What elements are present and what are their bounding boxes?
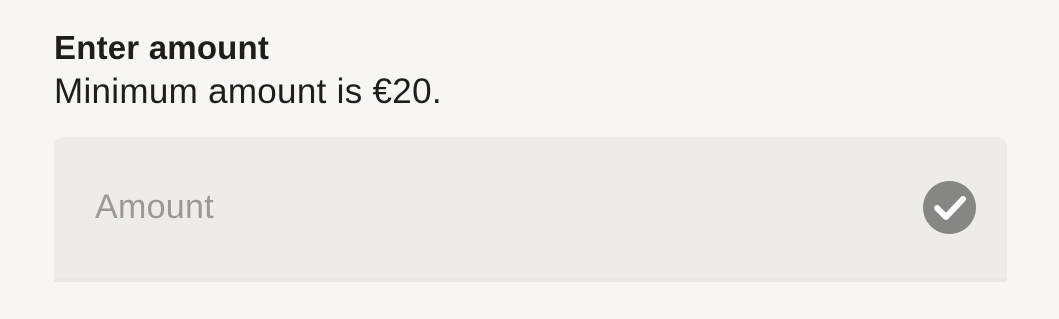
amount-form: Enter amount Minimum amount is €20. [54,28,1007,282]
checkmark-glyph [933,195,966,220]
form-title: Enter amount [54,29,270,66]
amount-field-container [54,137,1007,282]
amount-input[interactable] [95,137,915,278]
checkmark-circle-icon [923,181,976,234]
minimum-amount-hint: Minimum amount is €20. [54,72,442,111]
field-underline [54,278,1007,282]
